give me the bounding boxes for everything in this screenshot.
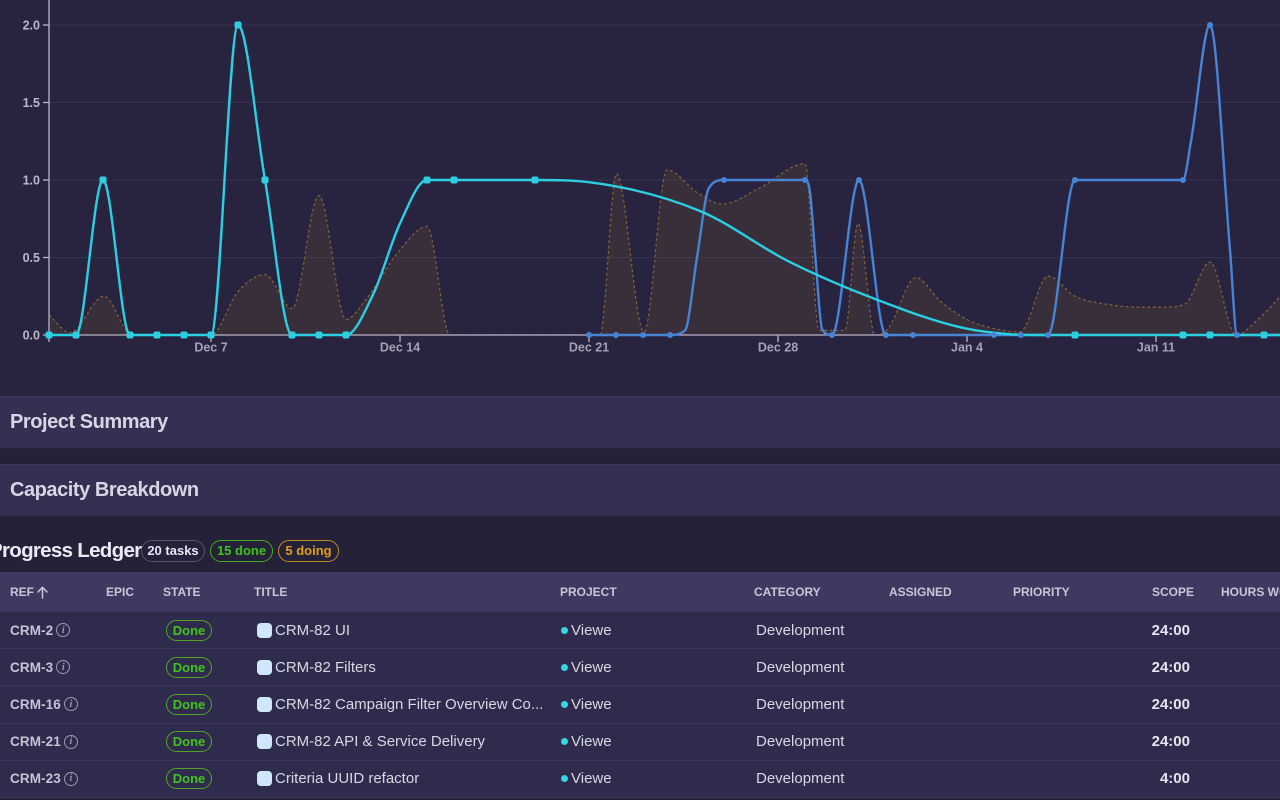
svg-text:1.5: 1.5 [23, 96, 40, 110]
svg-text:Dec 21: Dec 21 [569, 341, 609, 355]
svg-text:Jan 11: Jan 11 [1137, 341, 1175, 355]
svg-text:Jan 4: Jan 4 [951, 341, 983, 355]
svg-text:0.5: 0.5 [23, 251, 40, 265]
svg-text:Dec 7: Dec 7 [194, 341, 227, 355]
svg-text:Dec 14: Dec 14 [380, 341, 420, 355]
svg-text:2.0: 2.0 [23, 18, 40, 32]
svg-text:0.0: 0.0 [23, 328, 40, 342]
svg-text:1.0: 1.0 [23, 173, 40, 187]
svg-text:Dec 28: Dec 28 [758, 341, 798, 355]
